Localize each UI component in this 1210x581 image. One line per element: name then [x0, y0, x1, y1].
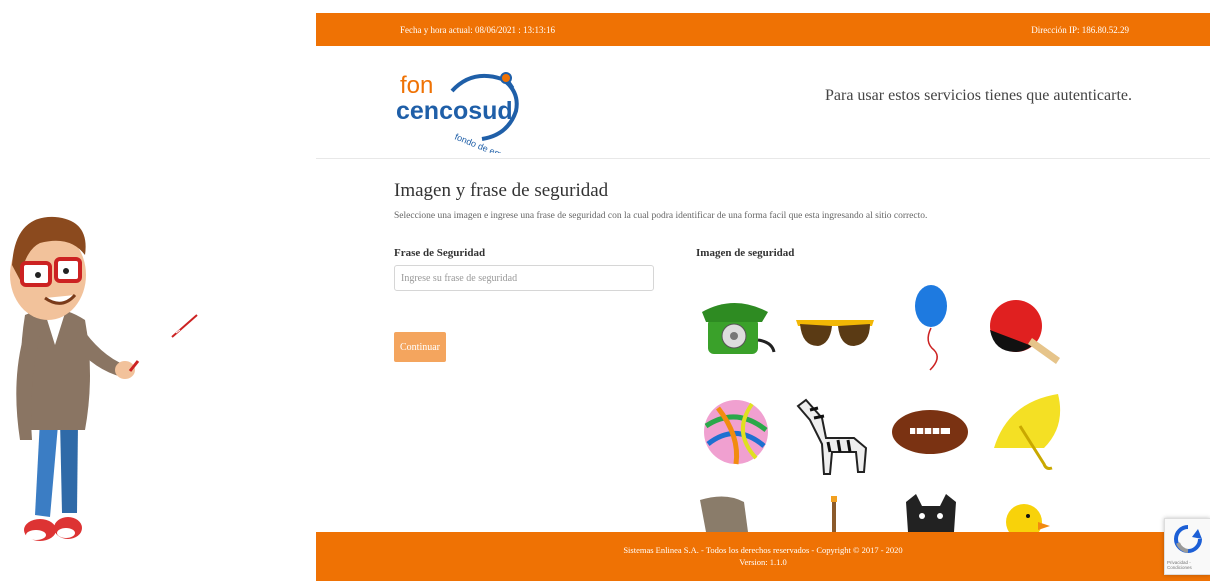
football-icon[interactable] — [888, 386, 974, 482]
ip-address: Dirección IP: 186.80.52.29 — [1031, 25, 1129, 35]
logo-fon: fon — [400, 72, 433, 99]
balloon-icon[interactable] — [888, 280, 974, 376]
logo-cencosud: cencosud — [396, 97, 513, 125]
umbrella-icon[interactable] — [984, 386, 1070, 482]
recaptcha-badge[interactable]: Privacidad - Condiciones — [1164, 518, 1210, 575]
auth-message: Para usar estos servicios tienes que aut… — [825, 87, 1132, 104]
elephant-icon[interactable] — [696, 492, 782, 532]
security-image-grid — [696, 280, 1076, 532]
security-phrase-input[interactable] — [394, 265, 654, 291]
yarn-ball-icon[interactable] — [696, 386, 782, 482]
bulldog-icon[interactable] — [888, 492, 974, 532]
security-image-label: Imagen de seguridad — [696, 247, 795, 259]
sunglasses-icon[interactable] — [792, 280, 878, 376]
security-phrase-label: Frase de Seguridad — [394, 247, 486, 259]
current-datetime: Fecha y hora actual: 08/06/2021 : 13:13:… — [400, 25, 555, 35]
main-page: Fecha y hora actual: 08/06/2021 : 13:13:… — [316, 0, 1210, 581]
ping-pong-paddle-icon[interactable] — [984, 280, 1070, 376]
page-title: Imagen y frase de seguridad — [394, 180, 609, 201]
telephone-icon[interactable] — [696, 280, 782, 376]
foncencosud-logo[interactable]: fon cencosud fondo de empleados — [394, 61, 534, 172]
header: fon cencosud fondo de empleados Para usa… — [316, 46, 1210, 172]
rubber-duck-icon[interactable] — [984, 492, 1070, 532]
continue-button[interactable]: Continuar — [394, 332, 446, 362]
version-text: Version: 1.1.0 — [739, 557, 787, 567]
guitar-icon[interactable] — [792, 492, 878, 532]
pointer-stick-icon — [171, 314, 198, 338]
mascot-illustration — [0, 195, 215, 555]
copyright-text: Sistemas Enlinea S.A. - Todos los derech… — [623, 545, 903, 555]
footer: Sistemas Enlinea S.A. - Todos los derech… — [316, 532, 1210, 581]
page-subtitle: Seleccione una imagen e ingrese una fras… — [394, 211, 928, 221]
recaptcha-icon — [1174, 525, 1202, 553]
zebra-icon[interactable] — [792, 386, 878, 482]
top-bar: Fecha y hora actual: 08/06/2021 : 13:13:… — [316, 13, 1210, 46]
recaptcha-links[interactable]: Privacidad - Condiciones — [1167, 560, 1210, 570]
